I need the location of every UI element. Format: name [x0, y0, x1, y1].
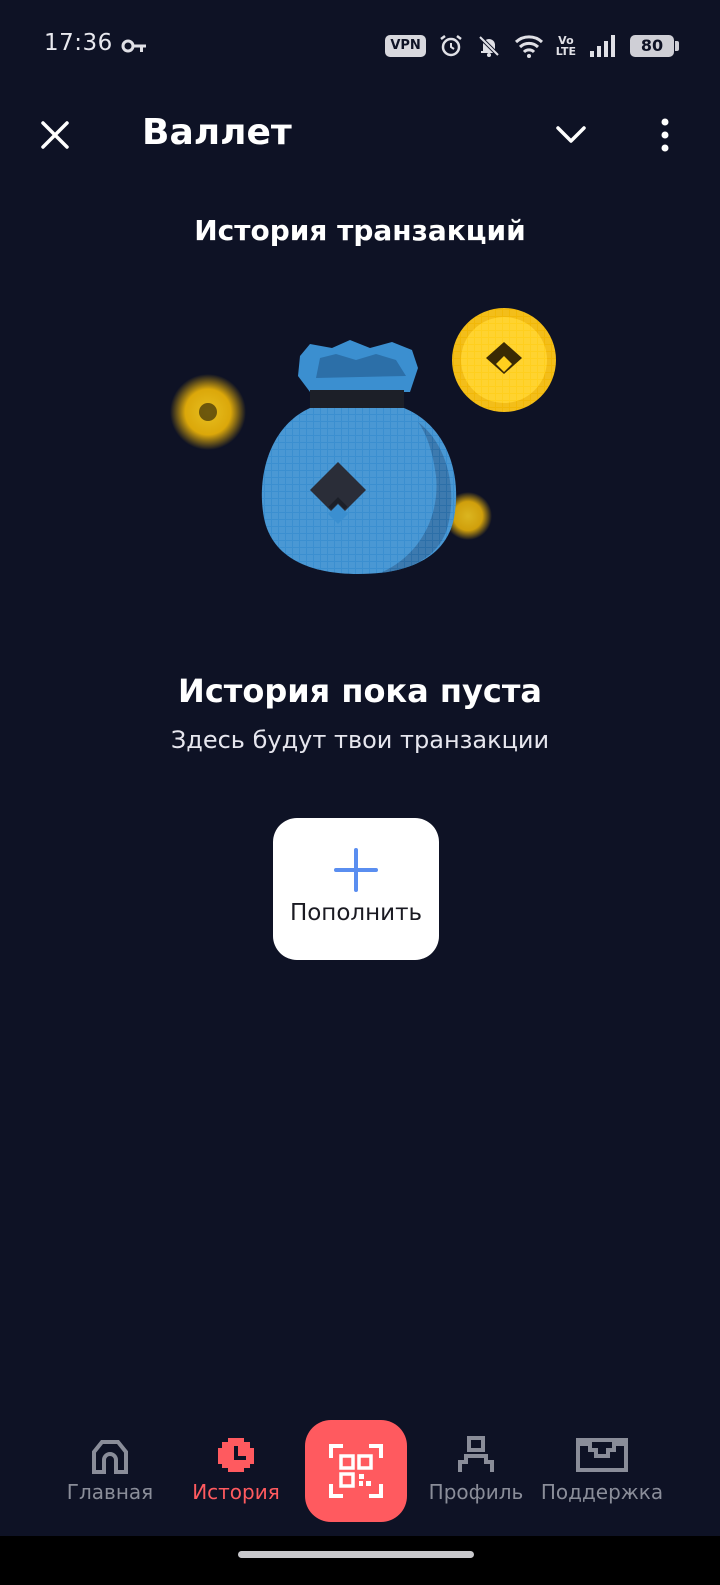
- mail-icon: [576, 1438, 628, 1472]
- collapse-button[interactable]: [546, 110, 596, 160]
- app-header: Валлет: [0, 92, 720, 178]
- status-bar: 17:36 VPN Vo LTE 80: [0, 0, 720, 92]
- nav-item-home[interactable]: Главная: [40, 1436, 180, 1516]
- key-icon: [121, 39, 146, 53]
- home-indicator-bar[interactable]: [238, 1551, 474, 1558]
- topup-button[interactable]: Пополнить: [273, 818, 439, 960]
- wifi-icon: [514, 35, 543, 58]
- more-vertical-icon: [661, 118, 669, 152]
- chevron-down-icon: [556, 126, 586, 143]
- vpn-badge: VPN: [385, 35, 426, 57]
- home-icon: [92, 1440, 128, 1474]
- alarm-icon: [440, 35, 462, 57]
- volte-bottom: LTE: [555, 45, 576, 58]
- nav-item-history[interactable]: История: [166, 1436, 306, 1516]
- nav-label-history: История: [192, 1480, 280, 1504]
- close-icon: [41, 121, 69, 149]
- empty-state-title: История пока пуста: [178, 672, 542, 710]
- volte-indicator: Vo LTE: [556, 35, 576, 57]
- nav-label-home: Главная: [66, 1480, 154, 1504]
- signal-icon: [590, 35, 615, 57]
- clock-icon: [218, 1438, 254, 1472]
- plus-icon: [334, 848, 378, 892]
- nav-item-profile[interactable]: Профиль: [406, 1436, 546, 1516]
- close-button[interactable]: [30, 110, 80, 160]
- qr-scan-icon: [329, 1444, 383, 1498]
- status-icons: VPN Vo LTE 80: [385, 30, 679, 62]
- nav-label-profile: Профиль: [428, 1480, 524, 1504]
- bottom-nav: Главная История Профиль Поддержка: [0, 1412, 720, 1536]
- money-bag-illustration: [170, 308, 556, 574]
- section-title: История транзакций: [194, 214, 526, 247]
- empty-state-subtitle: Здесь будут твои транзакции: [170, 726, 550, 754]
- page-title: Валлет: [142, 112, 292, 153]
- qr-scan-button[interactable]: [305, 1420, 407, 1522]
- topup-label: Пополнить: [289, 900, 423, 926]
- more-options-button[interactable]: [640, 110, 690, 160]
- user-icon: [458, 1436, 494, 1472]
- battery-icon: 80: [630, 35, 679, 57]
- nav-item-support[interactable]: Поддержка: [532, 1436, 672, 1516]
- bell-off-icon: [478, 35, 500, 57]
- nav-label-support: Поддержка: [540, 1480, 664, 1504]
- system-nav-area: [0, 1536, 720, 1585]
- status-time: 17:36: [44, 30, 113, 56]
